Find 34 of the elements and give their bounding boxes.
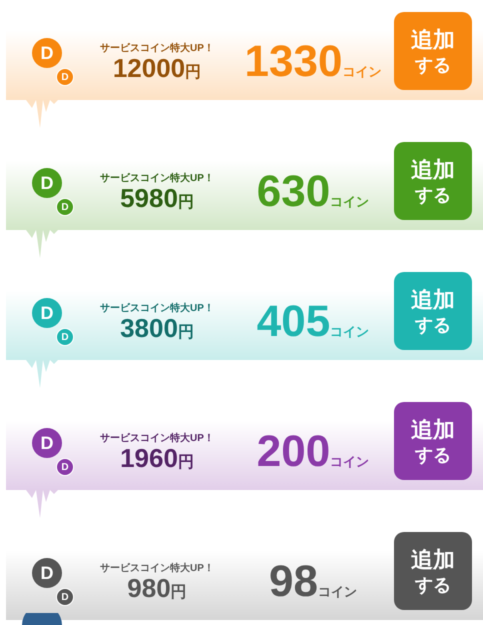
add-button[interactable]: 追加 する xyxy=(394,532,472,610)
coin-amount: 98コイン xyxy=(268,560,358,604)
logo-icon: D xyxy=(56,68,74,86)
logo-icon: D xyxy=(32,298,62,328)
tagline: サービスコイン特大UP！ xyxy=(100,42,214,56)
logo-icon: D xyxy=(56,458,74,476)
add-button[interactable]: 追加 する xyxy=(394,272,472,350)
add-button[interactable]: 追加 する xyxy=(394,12,472,90)
logo-icon: D xyxy=(32,38,62,68)
tagline: サービスコイン特大UP！ xyxy=(100,432,214,446)
coin-amount: 200 コイン xyxy=(256,430,370,474)
tagline: サービスコイン特大UP！ xyxy=(100,172,214,186)
spike-drawing xyxy=(26,230,58,258)
add-button[interactable]: 追加 する xyxy=(394,142,472,220)
price: 1960円 xyxy=(120,445,194,472)
price: 5980円 xyxy=(120,185,194,212)
logo-icon: D xyxy=(56,328,74,346)
spike-drawing xyxy=(26,100,58,128)
spike-drawing xyxy=(26,490,58,518)
price: 12000円 xyxy=(112,55,202,82)
price: 3800円 xyxy=(120,315,194,342)
logo-icon: D xyxy=(32,428,62,458)
logo-icon: D xyxy=(32,168,62,198)
tagline: サービスコイン特大UP！ xyxy=(100,562,214,576)
coin-amount: 405コイン xyxy=(256,300,370,344)
price: 980円 xyxy=(127,575,187,602)
logo-icon: D xyxy=(56,198,74,216)
coin-amount: 1330 コイン xyxy=(244,40,382,84)
add-button[interactable]: 追加 する xyxy=(394,402,472,480)
spike-drawing xyxy=(26,360,58,388)
logo-icon: D xyxy=(56,588,74,606)
logo-icon: D xyxy=(32,558,62,588)
tagline: サービスコイン特大UP！ xyxy=(100,302,214,316)
coin-amount: 630 コイン xyxy=(256,170,370,214)
